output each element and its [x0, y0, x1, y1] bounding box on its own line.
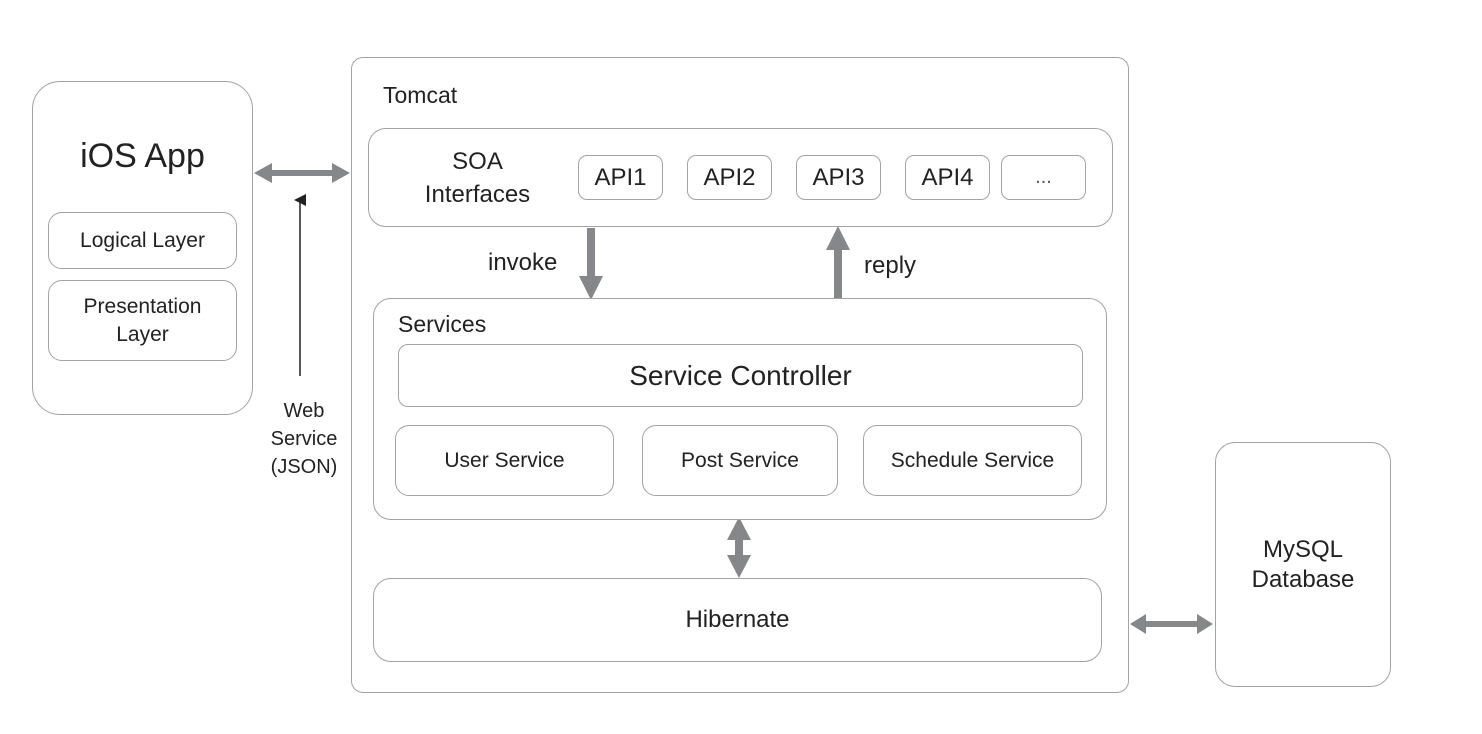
invoke-label: invoke — [488, 249, 558, 276]
post-service-box: Post Service — [642, 425, 838, 496]
presentation-layer-label: Presentation Layer — [83, 294, 202, 346]
service-controller-label: Service Controller — [629, 359, 852, 391]
presentation-layer-box: Presentation Layer — [48, 280, 237, 361]
web-service-line: (JSON) — [270, 456, 338, 478]
logical-layer-box: Logical Layer — [48, 212, 237, 269]
api-label: ... — [1035, 166, 1052, 188]
api-box: API3 — [796, 155, 881, 200]
soa-title-line: SOA — [452, 148, 503, 175]
service-label: User Service — [444, 448, 565, 472]
api-label: API4 — [921, 163, 974, 191]
api-label: API3 — [812, 163, 865, 191]
api-box: API2 — [687, 155, 772, 200]
web-service-line: Service — [270, 428, 338, 450]
tomcat-mysql-double-arrow — [1130, 614, 1213, 634]
tomcat-title: Tomcat — [383, 82, 458, 108]
user-service-box: User Service — [395, 425, 614, 496]
api-label: API1 — [594, 163, 647, 191]
api-box: API4 — [905, 155, 990, 200]
api-box-more: ... — [1001, 155, 1086, 200]
database-title-line: MySQL — [1262, 535, 1343, 563]
service-controller-box: Service Controller — [398, 344, 1083, 407]
service-label: Schedule Service — [890, 448, 1055, 472]
logical-layer-label: Logical Layer — [80, 228, 205, 252]
services-title: Services — [398, 311, 487, 337]
soa-title-line: Interfaces — [424, 181, 531, 208]
ios-app-title: iOS App — [80, 137, 205, 175]
web-service-label: Web Service (JSON) — [254, 397, 354, 481]
web-service-line: Web — [283, 400, 325, 422]
hibernate-label: Hibernate — [685, 606, 790, 633]
reply-label: reply — [864, 252, 917, 279]
database-title-line: Database — [1251, 565, 1355, 593]
hibernate-box: Hibernate — [373, 578, 1102, 662]
service-label: Post Service — [681, 448, 799, 472]
mysql-database-box: MySQL Database — [1215, 442, 1391, 687]
api-box: API1 — [578, 155, 663, 200]
soa-interfaces-title: SOA Interfaces — [400, 145, 555, 211]
schedule-service-box: Schedule Service — [863, 425, 1082, 496]
api-label: API2 — [703, 163, 756, 191]
ios-tomcat-double-arrow — [254, 163, 350, 183]
